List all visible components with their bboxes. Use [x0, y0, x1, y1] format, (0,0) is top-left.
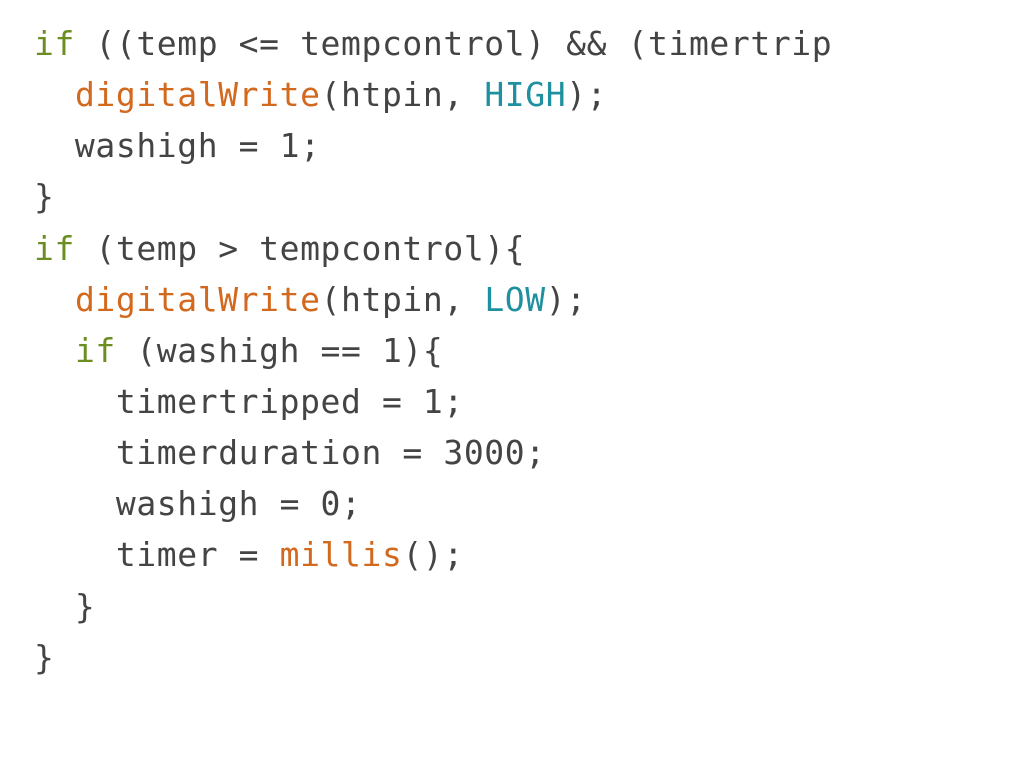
code-line: if (temp > tempcontrol){	[34, 229, 525, 268]
code-token	[34, 75, 75, 114]
code-line: if ((temp <= tempcontrol) && (timertrip	[34, 24, 832, 63]
code-token: }	[34, 638, 54, 677]
code-line: timerduration = 3000;	[34, 433, 546, 472]
code-token: HIGH	[484, 75, 566, 114]
code-token: if	[34, 229, 75, 268]
code-line: }	[34, 638, 54, 677]
code-token: }	[34, 177, 54, 216]
code-line: timertripped = 1;	[34, 382, 464, 421]
code-token: digitalWrite	[75, 75, 321, 114]
code-token: washigh = 1;	[34, 126, 321, 165]
code-token: if	[34, 24, 75, 63]
code-token: (temp > tempcontrol){	[75, 229, 525, 268]
code-token: digitalWrite	[75, 280, 321, 319]
code-block: if ((temp <= tempcontrol) && (timertrip …	[0, 0, 1024, 683]
code-line: timer = millis();	[34, 535, 464, 574]
code-token: (htpin,	[321, 280, 485, 319]
code-line: if (washigh == 1){	[34, 331, 443, 370]
code-token: (washigh == 1){	[116, 331, 443, 370]
code-line: digitalWrite(htpin, HIGH);	[34, 75, 607, 114]
code-token: ();	[402, 535, 463, 574]
code-line: }	[34, 177, 54, 216]
code-token	[34, 280, 75, 319]
code-line: digitalWrite(htpin, LOW);	[34, 280, 587, 319]
code-token	[34, 331, 75, 370]
code-token: washigh = 0;	[34, 484, 361, 523]
code-token: timerduration = 3000;	[34, 433, 546, 472]
code-token: LOW	[484, 280, 545, 319]
code-line: }	[34, 587, 95, 626]
code-token: );	[566, 75, 607, 114]
code-token: (htpin,	[321, 75, 485, 114]
code-token: if	[75, 331, 116, 370]
code-token: ((temp <= tempcontrol) && (timertrip	[75, 24, 832, 63]
code-token: timer =	[34, 535, 280, 574]
code-token: );	[546, 280, 587, 319]
code-line: washigh = 0;	[34, 484, 361, 523]
code-line: washigh = 1;	[34, 126, 321, 165]
code-token: timertripped = 1;	[34, 382, 464, 421]
code-token: millis	[280, 535, 403, 574]
code-token: }	[34, 587, 95, 626]
